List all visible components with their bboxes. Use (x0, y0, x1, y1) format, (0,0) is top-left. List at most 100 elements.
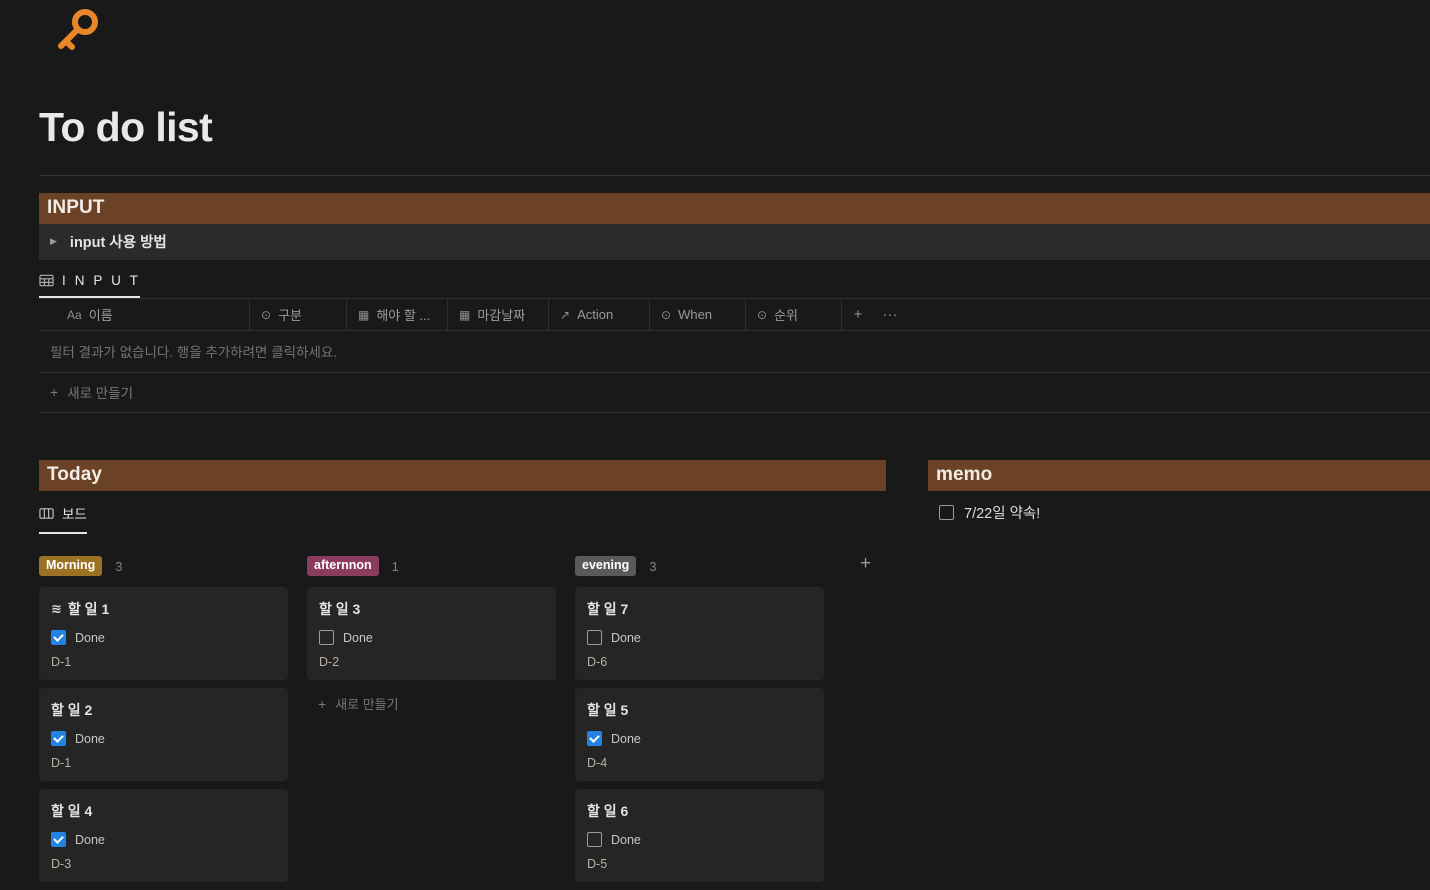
board-card[interactable]: 할 일 4 Done D-3 (39, 789, 288, 882)
board-card-title-text: 할 일 5 (587, 702, 629, 718)
done-label: Done (611, 731, 641, 746)
board-card-title: 할 일 3 (319, 599, 544, 619)
done-checkbox[interactable] (587, 630, 602, 645)
board-card-date: D-2 (319, 655, 340, 669)
tab-board-view-label: 보드 (62, 507, 87, 522)
done-checkbox[interactable] (587, 731, 602, 746)
board-card-title: 할 일 7 (587, 599, 812, 619)
board-card-title-text: 할 일 3 (319, 601, 361, 617)
column-header-name-label: 이름 (88, 308, 113, 323)
column-header-priority[interactable]: ⊙ 순위 (746, 299, 842, 330)
done-label: Done (75, 832, 105, 847)
board-column-afternoon: afternnon 1 할 일 3 Done D-2 + 새로 만들기 (307, 556, 556, 890)
done-checkbox[interactable] (587, 832, 602, 847)
column-header-todo[interactable]: ▦ 해야 할 ... (347, 299, 448, 330)
board-card-title-text: 할 일 4 (51, 803, 93, 819)
board-card-title-text: 할 일 7 (587, 601, 629, 617)
board-column-morning-count: 3 (115, 558, 123, 574)
date-icon: ▦ (459, 307, 471, 322)
board-column-new-card-label: 새로 만들기 (335, 697, 399, 712)
board-card-date: D-1 (51, 655, 72, 669)
column-header-action[interactable]: ↗ Action (549, 299, 650, 330)
board-card[interactable]: 할 일 7 Done D-6 (575, 587, 824, 680)
column-header-action-label: Action (577, 307, 614, 322)
tab-input-table[interactable]: I N P U T (39, 273, 141, 298)
board-column-evening: evening 3 할 일 7 Done D-6 할 일 5 Done D-4 … (575, 556, 824, 890)
board-card-title: 할 일 6 (587, 801, 812, 821)
column-header-when-label: When (678, 307, 713, 322)
header-divider (39, 175, 1430, 176)
column-header-deadline[interactable]: ▦ 마감날짜 (448, 299, 549, 330)
board-card-title-text: 할 일 6 (587, 803, 629, 819)
board-card-title-text: 할 일 1 (67, 601, 110, 617)
input-usage-toggle[interactable]: ▶ input 사용 방법 (39, 224, 1430, 260)
relation-arrow-icon: ↗ (560, 307, 571, 322)
column-header-name[interactable]: Aa 이름 (39, 299, 250, 330)
board-card-done-property[interactable]: Done (51, 731, 276, 746)
done-checkbox[interactable] (51, 832, 66, 847)
select-icon: ⊙ (661, 307, 672, 322)
board-card-date: D-5 (587, 857, 608, 871)
memo-todo-item[interactable]: 7/22일 약속! (928, 491, 1430, 523)
plus-icon: + (50, 384, 59, 400)
board-column-evening-count: 3 (649, 558, 657, 574)
tab-board-view[interactable]: 보드 (39, 503, 87, 534)
page-icon[interactable] (52, 6, 104, 67)
board-card-done-property[interactable]: Done (51, 832, 276, 847)
database-empty-message[interactable]: 필터 결과가 없습니다. 행을 추가하려면 클릭하세요. (39, 331, 1430, 373)
today-section: Today 보드 Morning 3 ≋ 할 일 1 Done D-1 할 일 … (39, 460, 886, 890)
memo-checkbox[interactable] (939, 505, 954, 520)
board-card[interactable]: 할 일 5 Done D-4 (575, 688, 824, 781)
table-icon (39, 273, 54, 288)
board-column-evening-header[interactable]: evening 3 (575, 556, 824, 576)
board-card-done-property[interactable]: Done (587, 832, 812, 847)
board-card[interactable]: 할 일 2 Done D-1 (39, 688, 288, 781)
board-columns: Morning 3 ≋ 할 일 1 Done D-1 할 일 2 Done D-… (39, 556, 886, 890)
board-card-done-property[interactable]: Done (51, 630, 276, 645)
board-card-title-text: 할 일 2 (51, 702, 93, 718)
board-column-afternoon-badge: afternnon (307, 556, 379, 576)
memo-section: memo 7/22일 약속! (928, 460, 1430, 523)
select-icon: ⊙ (757, 307, 768, 322)
board-card-done-property[interactable]: Done (587, 630, 812, 645)
database-new-row-button[interactable]: + 새로 만들기 (39, 373, 1430, 413)
board-column-afternoon-count: 1 (391, 558, 399, 574)
today-section-header: Today (39, 460, 886, 491)
board-card[interactable]: 할 일 3 Done D-2 (307, 587, 556, 680)
board-icon (39, 506, 54, 521)
page-title: To do list (39, 104, 213, 150)
column-header-when[interactable]: ⊙ When (650, 299, 746, 330)
add-column-button[interactable]: + (842, 299, 874, 330)
done-checkbox[interactable] (51, 630, 66, 645)
board-card-title: 할 일 2 (51, 700, 276, 720)
board-column-new-card-button[interactable]: + 새로 만들기 (307, 688, 556, 713)
tab-input-table-label: I N P U T (62, 273, 141, 288)
board-column-morning-badge: Morning (39, 556, 103, 576)
board-card-done-property[interactable]: Done (319, 630, 544, 645)
database-tabs: I N P U T (39, 260, 1430, 298)
board-card-date: D-1 (51, 756, 72, 770)
board-column-afternoon-header[interactable]: afternnon 1 (307, 556, 556, 576)
triangle-right-icon[interactable]: ▶ (50, 237, 57, 246)
board-column-morning-header[interactable]: Morning 3 (39, 556, 288, 576)
done-checkbox[interactable] (319, 630, 334, 645)
board-column-morning: Morning 3 ≋ 할 일 1 Done D-1 할 일 2 Done D-… (39, 556, 288, 890)
done-label: Done (611, 832, 641, 847)
done-checkbox[interactable] (51, 731, 66, 746)
board-card[interactable]: ≋ 할 일 1 Done D-1 (39, 587, 288, 680)
plus-icon: + (318, 695, 327, 712)
input-usage-toggle-label: input 사용 방법 (69, 235, 167, 251)
board-card-title: ≋ 할 일 1 (51, 599, 276, 619)
database-header-row: Aa 이름 ⊙ 구분 ▦ 해야 할 ... ▦ 마감날짜 ↗ Action ⊙ … (39, 298, 1430, 331)
board-card-done-property[interactable]: Done (587, 731, 812, 746)
board-card[interactable]: 할 일 6 Done D-5 (575, 789, 824, 882)
done-label: Done (75, 731, 105, 746)
board-card-date: D-4 (587, 756, 608, 770)
board-card-date: D-3 (51, 857, 72, 871)
database-new-row-label: 새로 만들기 (67, 386, 134, 401)
database-more-button[interactable]: ··· (874, 299, 906, 330)
board-card-title: 할 일 4 (51, 801, 276, 821)
column-header-gubun[interactable]: ⊙ 구분 (250, 299, 347, 330)
memo-section-header: memo (928, 460, 1430, 491)
add-board-group-button[interactable]: + (860, 554, 871, 573)
